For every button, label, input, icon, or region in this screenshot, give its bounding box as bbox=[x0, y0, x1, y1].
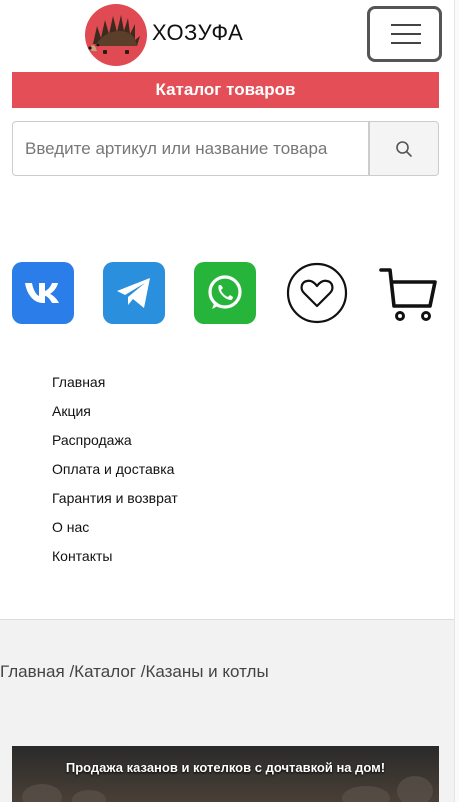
vk-button[interactable] bbox=[12, 262, 74, 324]
banner-decoration bbox=[397, 776, 433, 802]
banner-decoration bbox=[342, 786, 390, 802]
hamburger-menu-button[interactable] bbox=[367, 6, 442, 62]
menu-item-sale[interactable]: Распродажа bbox=[52, 430, 178, 459]
search-icon bbox=[396, 140, 412, 157]
heart-icon bbox=[286, 262, 348, 324]
breadcrumb-current: Казаны и котлы bbox=[145, 662, 269, 681]
main-menu: Главная Акция Распродажа Оплата и достав… bbox=[52, 372, 178, 575]
promo-banner[interactable]: Продажа казанов и котелков с дочтавкой н… bbox=[12, 746, 439, 802]
hamburger-line bbox=[391, 33, 421, 35]
whatsapp-button[interactable] bbox=[194, 262, 256, 324]
telegram-icon bbox=[117, 278, 150, 308]
hamburger-line bbox=[391, 42, 421, 44]
search-input[interactable] bbox=[12, 121, 369, 176]
telegram-button[interactable] bbox=[103, 262, 165, 324]
hedgehog-logo-icon[interactable] bbox=[85, 4, 147, 66]
breadcrumb: Главная /Каталог /Казаны и котлы bbox=[0, 662, 269, 682]
breadcrumb-catalog[interactable]: Каталог bbox=[74, 662, 136, 681]
menu-item-contacts[interactable]: Контакты bbox=[52, 546, 178, 575]
hamburger-line bbox=[391, 24, 421, 26]
menu-item-about[interactable]: О нас bbox=[52, 517, 178, 546]
whatsapp-icon bbox=[208, 275, 242, 309]
breadcrumb-home[interactable]: Главная bbox=[0, 662, 65, 681]
scrollbar[interactable] bbox=[454, 0, 459, 802]
menu-item-home[interactable]: Главная bbox=[52, 372, 178, 401]
header: ХОЗУФА bbox=[0, 0, 459, 72]
menu-item-warranty-return[interactable]: Гарантия и возврат bbox=[52, 488, 178, 517]
vk-icon bbox=[25, 283, 59, 303]
menu-item-promo[interactable]: Акция bbox=[52, 401, 178, 430]
cart-icon bbox=[379, 268, 437, 321]
banner-text: Продажа казанов и котелков с дочтавкой н… bbox=[65, 760, 386, 775]
brand-name[interactable]: ХОЗУФА bbox=[152, 20, 243, 46]
breadcrumb-separator: / bbox=[64, 662, 75, 681]
search-button[interactable] bbox=[369, 121, 439, 176]
catalog-button[interactable]: Каталог товаров bbox=[12, 72, 439, 108]
favorites-button[interactable] bbox=[285, 261, 349, 325]
menu-item-payment-delivery[interactable]: Оплата и доставка bbox=[52, 459, 178, 488]
banner-decoration bbox=[72, 790, 106, 802]
cart-button[interactable] bbox=[378, 262, 440, 324]
search-bar bbox=[12, 121, 439, 176]
banner-decoration bbox=[22, 784, 62, 802]
